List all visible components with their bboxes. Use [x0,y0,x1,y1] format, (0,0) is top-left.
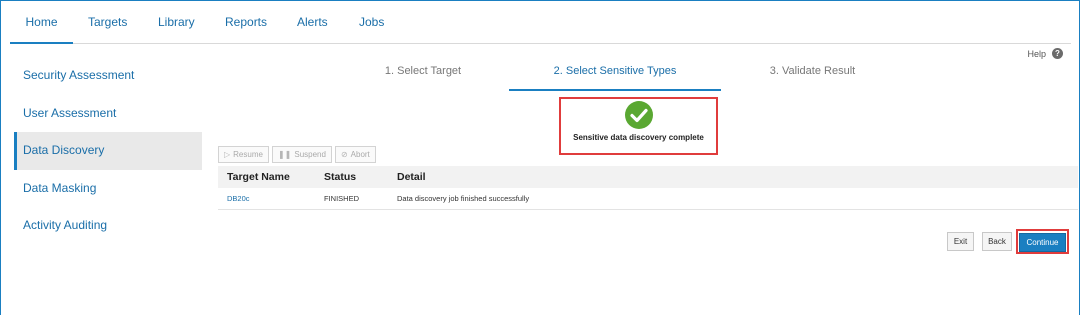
back-button[interactable]: Back [982,232,1012,251]
tab-jobs[interactable]: Jobs [359,0,384,44]
sidebar-item-user-assessment[interactable]: User Assessment [14,95,202,133]
top-nav: Home Targets Library Reports Alerts Jobs [10,0,1071,44]
column-header-detail: Detail [397,171,426,183]
sidebar-item-data-masking[interactable]: Data Masking [14,170,202,208]
tab-reports[interactable]: Reports [225,0,267,44]
resume-icon: ▷ [224,150,231,159]
column-header-status: Status [324,171,357,183]
suspend-label: Suspend [294,150,326,159]
sidebar-item-data-discovery[interactable]: Data Discovery [14,132,202,170]
check-circle-icon [624,101,653,129]
wizard-step-select-target[interactable]: 1. Select Target [358,57,488,91]
tab-targets[interactable]: Targets [88,0,127,44]
cancel-icon: ⊘ [340,150,348,159]
help-link[interactable]: Help ? [1027,48,1063,59]
sidebar: Security Assessment User Assessment Data… [14,57,202,245]
abort-label: Abort [350,150,370,159]
tab-home[interactable]: Home [10,0,73,44]
sidebar-item-activity-auditing[interactable]: Activity Auditing [14,207,202,245]
tab-alerts[interactable]: Alerts [297,0,328,44]
resume-label: Resume [233,150,263,159]
table-row[interactable]: DB20c FINISHED Data discovery job finish… [218,188,1078,210]
job-toolbar: ▷ Resume ❚❚ Suspend ⊘ Abort [218,146,376,163]
wizard-step-validate-result[interactable]: 3. Validate Result [740,57,885,91]
continue-highlight: Continue [1016,229,1069,254]
suspend-button[interactable]: ❚❚ Suspend [271,146,332,163]
discovery-status-box: Sensitive data discovery complete [559,97,718,155]
exit-button[interactable]: Exit [947,232,974,251]
cell-detail: Data discovery job finished successfully [397,194,530,203]
help-icon[interactable]: ? [1052,48,1063,59]
status-message: Sensitive data discovery complete [573,133,704,142]
table-header: Target Name Status Detail [218,166,1078,188]
tab-library[interactable]: Library [158,0,195,44]
resume-button[interactable]: ▷ Resume [218,146,269,163]
abort-button[interactable]: ⊘ Abort [334,146,376,163]
continue-button[interactable]: Continue [1019,233,1066,252]
wizard-step-select-sensitive-types[interactable]: 2. Select Sensitive Types [509,57,721,91]
cell-target-name[interactable]: DB20c [218,194,315,203]
help-label: Help [1027,48,1046,59]
job-results-table: Target Name Status Detail DB20c FINISHED… [218,166,1078,210]
pause-icon: ❚❚ [277,150,292,159]
column-header-target-name: Target Name [227,171,290,183]
sidebar-item-security-assessment[interactable]: Security Assessment [14,57,202,95]
cell-status: FINISHED [324,194,360,203]
